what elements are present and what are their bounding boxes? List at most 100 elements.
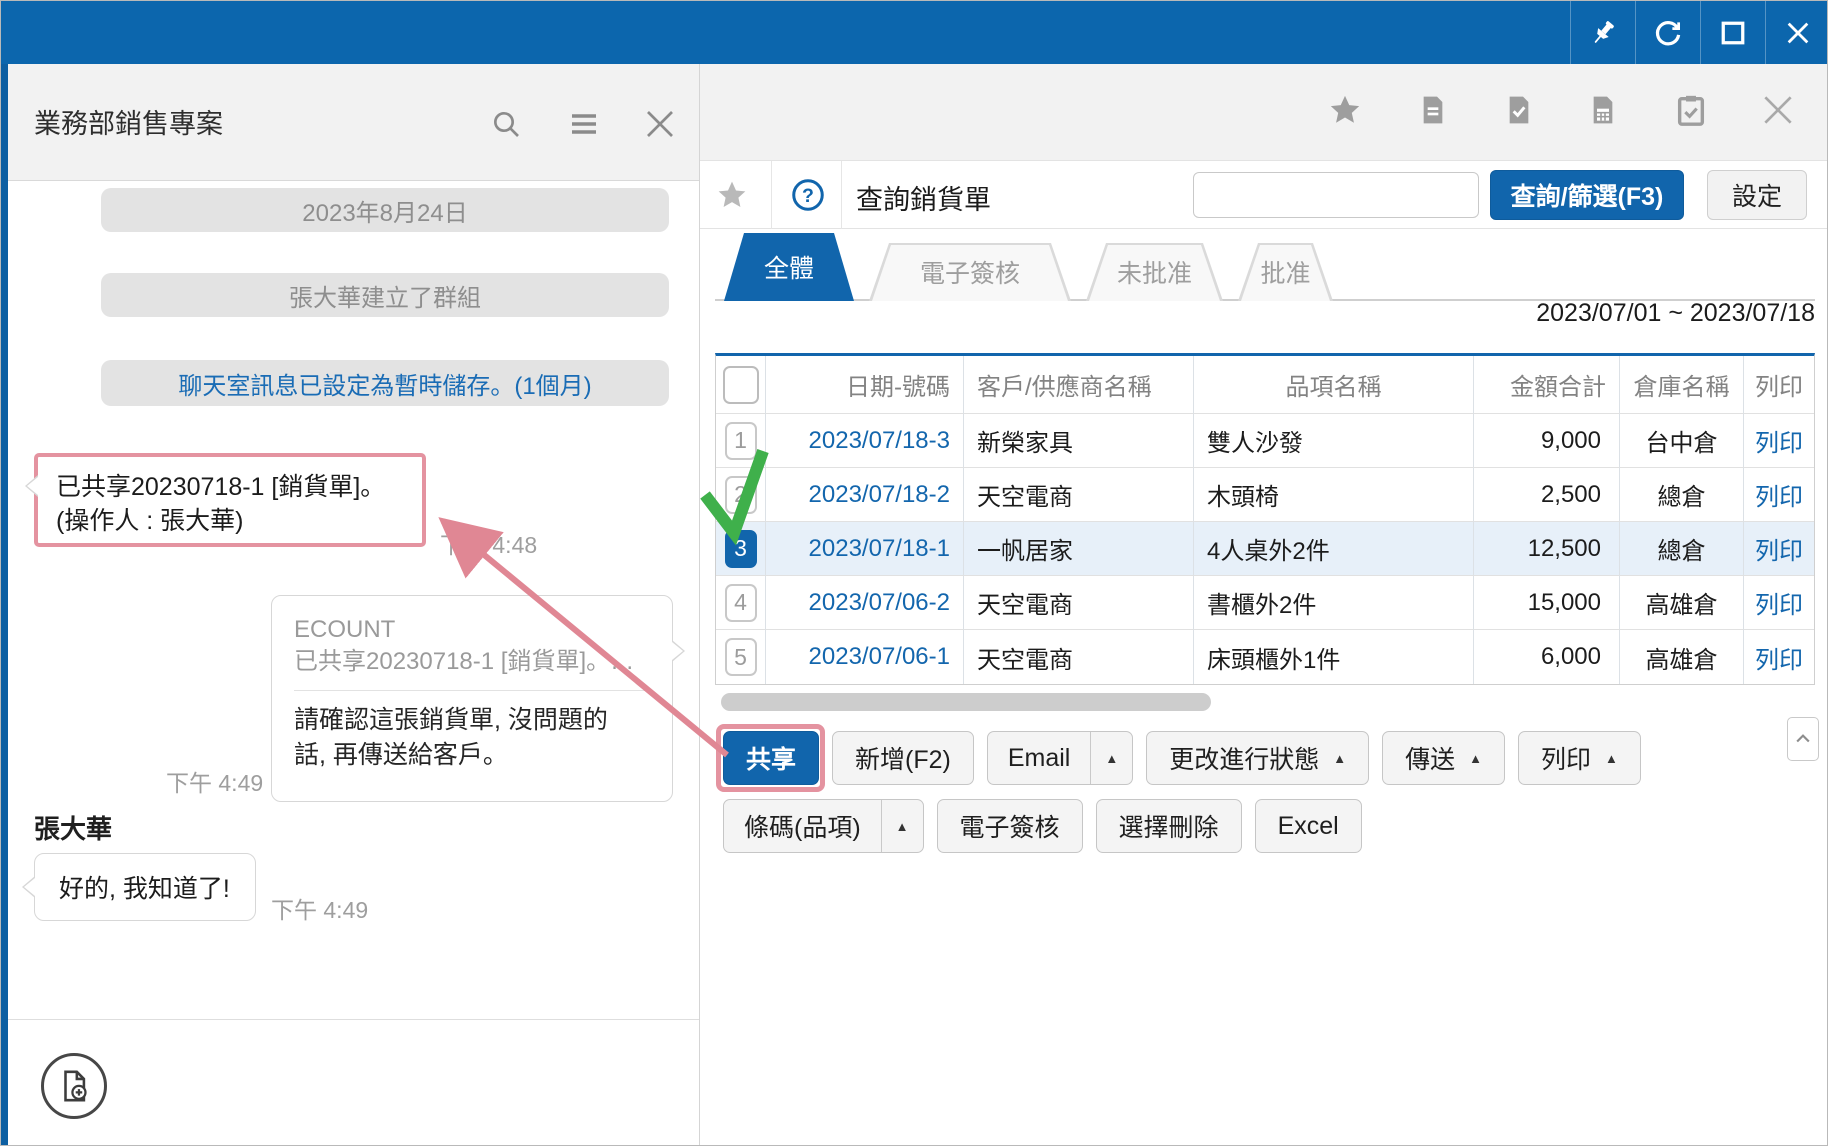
warehouse-cell: 總倉: [1620, 468, 1744, 522]
print-link[interactable]: 列印: [1744, 414, 1814, 468]
order-date-link[interactable]: 2023/07/06-1: [766, 630, 964, 684]
dropdown-arrow-icon: ▲: [1469, 751, 1482, 766]
item-cell: 床頭櫃外1件: [1194, 630, 1474, 684]
window-toolbar: [700, 64, 1828, 161]
row-selector-selected[interactable]: 3: [725, 530, 757, 568]
select-all-cell: [716, 356, 766, 414]
document-icon[interactable]: [1411, 88, 1455, 132]
row-selector[interactable]: 2: [725, 476, 757, 514]
amount-cell: 2,500: [1474, 468, 1620, 522]
message-sender-name: 張大華: [34, 809, 112, 846]
scroll-up-button[interactable]: [1787, 717, 1819, 761]
print-link[interactable]: 列印: [1744, 630, 1814, 684]
item-cell: 書櫃外2件: [1194, 576, 1474, 630]
send-button[interactable]: 傳送 ▲: [1382, 731, 1505, 785]
search-icon[interactable]: [486, 104, 526, 144]
filter-button[interactable]: 查詢/篩選(F3): [1490, 170, 1684, 220]
item-cell: 木頭椅: [1194, 468, 1474, 522]
tab-all[interactable]: 全體: [724, 233, 854, 301]
ecount-window: 業務部銷售專案 2023年8月24日 張大華建立了群組 聊天室訊息已設定為暫時儲…: [0, 0, 1828, 1146]
customer-cell: 天空電商: [964, 576, 1194, 630]
customer-cell: 天空電商: [964, 630, 1194, 684]
customer-cell: 一帆居家: [964, 522, 1194, 576]
select-delete-button[interactable]: 選擇刪除: [1096, 799, 1242, 853]
print-button[interactable]: 列印 ▲: [1518, 731, 1641, 785]
attach-file-button[interactable]: [41, 1053, 107, 1119]
message-time: 下午 4:49: [271, 891, 368, 925]
horizontal-scrollbar[interactable]: [721, 693, 1211, 711]
barcode-button-main[interactable]: 條碼(品項): [724, 800, 881, 852]
close-icon[interactable]: [640, 104, 680, 144]
warehouse-cell: 台中倉: [1620, 414, 1744, 468]
email-button: Email ▲: [987, 731, 1133, 785]
star-icon[interactable]: [1323, 88, 1367, 132]
order-date-link[interactable]: 2023/07/18-3: [766, 414, 964, 468]
print-link[interactable]: 列印: [1744, 576, 1814, 630]
order-date-link[interactable]: 2023/07/18-1: [766, 522, 964, 576]
bubble-tail: [25, 475, 38, 497]
action-buttons-row2: 條碼(品項) ▲ 電子簽核 選擇刪除 Excel: [723, 799, 1362, 853]
chat-room-title: 業務部銷售專案: [34, 102, 223, 141]
divider: [771, 161, 772, 229]
change-status-button[interactable]: 更改進行狀態 ▲: [1146, 731, 1369, 785]
col-header-date: 日期-號碼: [766, 356, 964, 414]
warehouse-cell: 總倉: [1620, 522, 1744, 576]
shared-message-bubble[interactable]: 已共享20230718-1 [銷貨單]。 (操作人 : 張大華): [34, 453, 426, 547]
warehouse-cell: 高雄倉: [1620, 630, 1744, 684]
print-link[interactable]: 列印: [1744, 522, 1814, 576]
file-plus-icon: [57, 1069, 91, 1103]
clipboard-check-icon[interactable]: [1669, 88, 1713, 132]
action-buttons-row1: 共享 新增(F2) Email ▲ 更改進行狀態 ▲ 傳送 ▲ 列印 ▲: [723, 731, 1641, 785]
order-date-link[interactable]: 2023/07/18-2: [766, 468, 964, 522]
message-time: 下午 4:48: [440, 526, 537, 560]
favorite-star-icon[interactable]: [712, 175, 752, 215]
tab-unapproved[interactable]: 未批准: [1086, 243, 1223, 301]
excel-button[interactable]: Excel: [1255, 799, 1362, 853]
chat-panel: 業務部銷售專案 2023年8月24日 張大華建立了群組 聊天室訊息已設定為暫時儲…: [8, 64, 699, 1146]
order-date-link[interactable]: 2023/07/06-2: [766, 576, 964, 630]
row-selector[interactable]: 1: [725, 422, 757, 460]
search-input[interactable]: [1193, 172, 1479, 218]
select-all-checkbox[interactable]: [723, 366, 759, 404]
message-body-line1: 請確認這張銷貨單, 沒問題的: [294, 703, 650, 738]
pin-icon[interactable]: [1570, 1, 1635, 64]
amount-cell: 9,000: [1474, 414, 1620, 468]
maximize-icon[interactable]: [1700, 1, 1765, 64]
col-header-amount: 金額合計: [1474, 356, 1620, 414]
amount-cell: 6,000: [1474, 630, 1620, 684]
e-approval-button[interactable]: 電子簽核: [937, 799, 1083, 853]
barcode-dropdown-arrow[interactable]: ▲: [881, 800, 923, 852]
chat-header: 業務部銷售專案: [8, 64, 699, 181]
tab-e-approval[interactable]: 電子簽核: [869, 243, 1071, 301]
menu-icon[interactable]: [564, 104, 604, 144]
message-body-line2: 話, 再傳送給客戶。: [294, 738, 650, 773]
item-cell: 雙人沙發: [1194, 414, 1474, 468]
table-row-selected: 3 2023/07/18-1 一帆居家 4人桌外2件 12,500 總倉 列印: [716, 522, 1814, 576]
refresh-icon[interactable]: [1635, 1, 1700, 64]
sales-order-table: 日期-號碼 客戶/供應商名稱 品項名稱 金額合計 倉庫名稱 列印 1 2023/…: [715, 353, 1815, 685]
divider: [841, 161, 842, 229]
bubble-tail: [22, 876, 35, 898]
table-row: 1 2023/07/18-3 新榮家具 雙人沙發 9,000 台中倉 列印: [716, 414, 1814, 468]
help-icon[interactable]: ?: [788, 175, 828, 215]
email-dropdown-arrow[interactable]: ▲: [1090, 732, 1132, 784]
document-check-icon[interactable]: [1497, 88, 1541, 132]
chat-footer-divider: [8, 1019, 699, 1020]
row-selector[interactable]: 4: [725, 584, 757, 622]
barcode-button: 條碼(品項) ▲: [723, 799, 924, 853]
close-icon[interactable]: [1756, 88, 1800, 132]
status-tabs: 全體 電子簽核 未批准 批准: [715, 233, 1815, 301]
svg-text:?: ?: [802, 185, 814, 207]
settings-button[interactable]: 設定: [1707, 170, 1807, 220]
close-icon[interactable]: [1765, 1, 1828, 64]
tab-approved[interactable]: 批准: [1238, 243, 1333, 301]
print-link[interactable]: 列印: [1744, 468, 1814, 522]
email-button-main[interactable]: Email: [988, 732, 1091, 784]
new-button[interactable]: 新增(F2): [832, 731, 974, 785]
document-calculator-icon[interactable]: [1581, 88, 1625, 132]
table-header-row: 日期-號碼 客戶/供應商名稱 品項名稱 金額合計 倉庫名稱 列印: [716, 356, 1814, 414]
shared-doc-preview[interactable]: 已共享20230718-1 [銷貨單]。…: [294, 646, 650, 678]
share-button[interactable]: 共享: [723, 731, 819, 785]
row-selector[interactable]: 5: [725, 638, 757, 676]
customer-cell: 新榮家具: [964, 414, 1194, 468]
